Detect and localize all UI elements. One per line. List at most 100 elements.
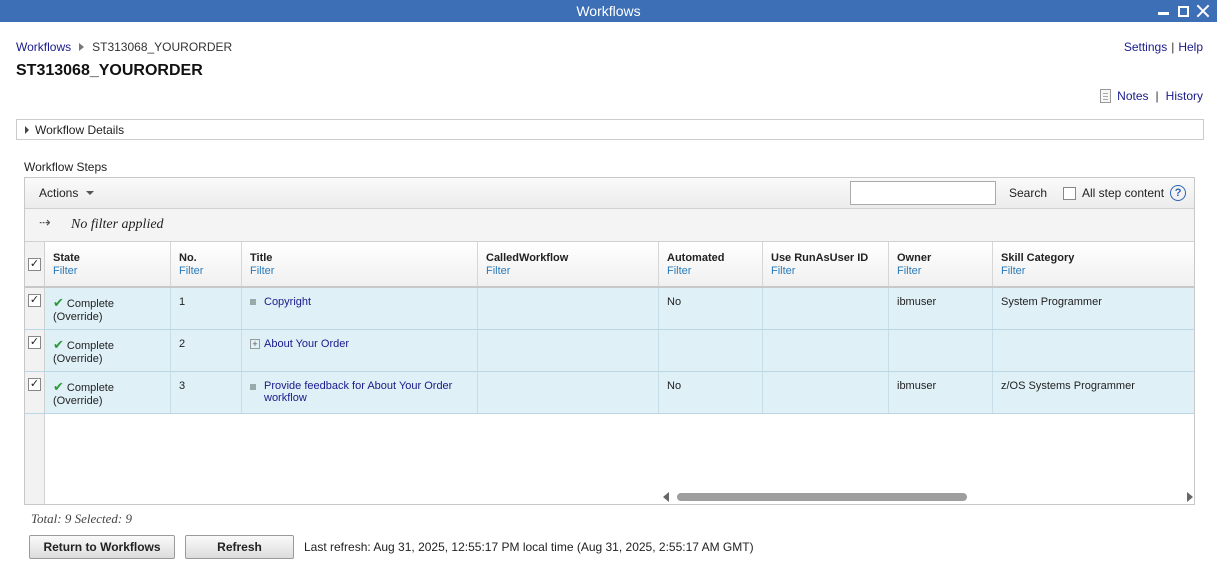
window-titlebar: Workflows [0,0,1217,22]
settings-link[interactable]: Settings [1124,40,1167,54]
state-note: (Override) [53,353,103,365]
link-separator: | [1171,40,1175,54]
column-name: Use RunAsUser ID [771,252,869,264]
scrollbar-thumb[interactable] [677,493,967,501]
owner-cell: ibmuser [889,288,993,329]
page-title: ST313068_YOURORDER [16,62,203,79]
column-header-state[interactable]: State Filter [45,242,171,286]
state-cell: ✔ Complete (Override) [45,288,171,329]
calledworkflow-cell [478,330,659,371]
last-refresh-text: Last refresh: Aug 31, 2025, 12:55:17 PM … [304,540,754,554]
all-step-content-label: All step content [1082,186,1165,200]
checkmark-icon: ✔ [53,337,64,352]
return-to-workflows-button[interactable]: Return to Workflows [29,535,175,559]
select-all-checkbox[interactable] [28,258,41,271]
filter-status-text: No filter applied [71,217,164,232]
column-filter-link[interactable]: Filter [250,265,477,277]
column-name: State [53,252,80,264]
state-note: (Override) [53,395,103,407]
horizontal-scrollbar[interactable] [663,491,1194,503]
no-cell: 2 [171,330,242,371]
owner-cell [889,330,993,371]
refresh-button[interactable]: Refresh [185,535,294,559]
state-text: Complete [66,298,114,310]
breadcrumb-workflows-link[interactable]: Workflows [16,40,71,54]
column-filter-link[interactable]: Filter [667,265,762,277]
search-button[interactable]: Search [1009,186,1047,200]
column-filter-link[interactable]: Filter [53,265,170,277]
state-cell: ✔ Complete (Override) [45,330,171,371]
all-step-content-checkbox[interactable] [1063,186,1076,200]
step-title-link[interactable]: Provide feedback for About Your Order wo… [264,380,464,413]
all-step-content-option: All step content ? [1063,185,1187,201]
skill-category-cell: System Programmer [1001,296,1102,308]
maximize-button[interactable] [1175,3,1191,19]
scroll-left-icon[interactable] [663,492,669,502]
breadcrumb-current: ST313068_YOURORDER [92,40,233,54]
row-select-column [25,288,45,329]
row-checkbox[interactable] [28,294,41,307]
row-checkbox[interactable] [28,336,41,349]
column-header-calledworkflow[interactable]: CalledWorkflow Filter [478,242,659,286]
column-filter-link[interactable]: Filter [486,265,658,277]
filter-arrow-icon[interactable] [39,215,57,232]
column-header-runasuser[interactable]: Use RunAsUser ID Filter [763,242,889,286]
window-controls [1155,0,1211,22]
notes-history-links: Notes | History [1100,89,1203,103]
calledworkflow-cell [478,288,659,329]
scroll-right-icon[interactable] [1187,492,1193,502]
actions-label: Actions [39,186,79,200]
column-filter-link[interactable]: Filter [179,265,241,277]
search-input[interactable] [850,181,996,205]
runasuser-cell [763,288,889,329]
title-cell: Provide feedback for About Your Order wo… [242,372,478,413]
checkmark-icon: ✔ [53,379,64,394]
chevron-right-icon [79,43,85,51]
history-link[interactable]: History [1166,89,1203,103]
checkmark-icon: ✔ [53,295,64,310]
column-header-owner[interactable]: Owner Filter [889,242,993,286]
step-bullet-icon [250,384,256,390]
minimize-button[interactable] [1155,3,1171,19]
column-filter-link[interactable]: Filter [771,265,888,277]
step-title-link[interactable]: About Your Order [264,338,349,350]
column-header-skill-category[interactable]: Skill Category Filter [993,242,1194,286]
help-link[interactable]: Help [1178,40,1203,54]
column-header-no[interactable]: No. Filter [171,242,242,286]
minimize-icon [1157,11,1169,15]
step-title-link[interactable]: Copyright [264,296,311,308]
help-icon[interactable]: ? [1170,185,1187,201]
column-name: Title [250,252,273,264]
grid-toolbar: Actions Search All step content ? [25,178,1194,209]
breadcrumb: Workflows ST313068_YOURORDER [16,40,232,54]
owner-cell: ibmuser [889,372,993,413]
select-column-filler [25,414,45,504]
skill-category-cell [993,330,1194,371]
calledworkflow-cell [478,372,659,413]
column-name: No. [179,252,197,264]
no-cell: 1 [171,288,242,329]
column-filter-link[interactable]: Filter [897,265,992,277]
totals-text: Total: 9 Selected: 9 [31,511,132,526]
column-filter-link[interactable]: Filter [1001,265,1194,277]
table-row[interactable]: ✔Complete(Override) 2 + About Your Order [25,330,1194,372]
column-name: Owner [897,252,932,264]
actions-menu[interactable]: Actions [39,186,95,200]
workflow-steps-label: Workflow Steps [24,160,108,174]
link-separator: | [1155,89,1159,103]
column-name: Automated [667,252,725,264]
step-bullet-icon [250,299,256,306]
column-header-automated[interactable]: Automated Filter [659,242,763,286]
table-row[interactable]: ✔Complete(Override) 1 Copyright No ibmus… [25,288,1194,330]
state-text: Complete [66,340,114,352]
select-all-column [25,242,45,286]
close-button[interactable] [1195,3,1211,19]
expand-triangle-icon [25,125,29,134]
row-checkbox[interactable] [28,378,41,391]
expand-plus-icon[interactable]: + [250,339,260,350]
notes-link[interactable]: Notes [1117,89,1148,103]
table-row[interactable]: ✔Complete(Override) 3 Provide feedback f… [25,372,1194,414]
column-header-title[interactable]: Title Filter [242,242,478,286]
workflow-details-panel[interactable]: Workflow Details [16,119,1204,140]
no-cell: 3 [171,372,242,413]
